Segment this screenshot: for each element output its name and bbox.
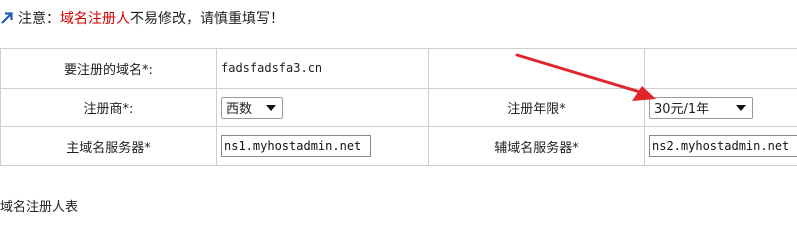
empty-cell [428, 48, 645, 89]
chevron-down-icon [736, 104, 746, 111]
ns1-input[interactable] [221, 135, 371, 157]
registrar-cell: 西数 [216, 88, 429, 127]
domain-registration-form: 要注册的域名*: fadsfadsfa3.cn 注册商*: 西数 注册年限* 3… [0, 48, 797, 166]
chevron-down-icon [266, 104, 276, 111]
registrar-select-value: 西数 [226, 102, 253, 117]
ns1-cell [216, 126, 429, 166]
domain-value: fadsfadsfa3.cn [221, 61, 323, 75]
form-row-nameservers: 主域名服务器* 辅域名服务器* [0, 126, 797, 166]
registrar-label: 注册商*: [0, 88, 217, 127]
years-select-value: 30元/1年 [654, 102, 710, 117]
registrar-select[interactable]: 西数 [221, 96, 283, 119]
ns2-label: 辅域名服务器* [428, 126, 645, 166]
form-row-domain: 要注册的域名*: fadsfadsfa3.cn [0, 48, 797, 89]
empty-cell [644, 48, 797, 89]
arrow-up-right-icon [0, 11, 14, 25]
years-select[interactable]: 30元/1年 [649, 96, 753, 119]
form-row-registrar: 注册商*: 西数 注册年限* 30元/1年 [0, 88, 797, 127]
footer-section-title: 域名注册人表 [0, 200, 79, 215]
notice-prefix: 注意： [18, 11, 60, 27]
notice-suffix: 不易修改，请慎重填写！ [130, 11, 284, 27]
notice-bar: 注意： 域名注册人 不易修改，请慎重填写！ [0, 8, 284, 28]
ns1-label: 主域名服务器* [0, 126, 217, 166]
years-cell: 30元/1年 [644, 88, 797, 127]
ns2-input[interactable] [649, 135, 797, 157]
notice-highlight: 域名注册人 [60, 11, 130, 27]
domain-label: 要注册的域名*: [0, 48, 217, 89]
ns2-cell [644, 126, 797, 166]
years-label: 注册年限* [428, 88, 645, 127]
domain-value-cell: fadsfadsfa3.cn [216, 48, 429, 89]
